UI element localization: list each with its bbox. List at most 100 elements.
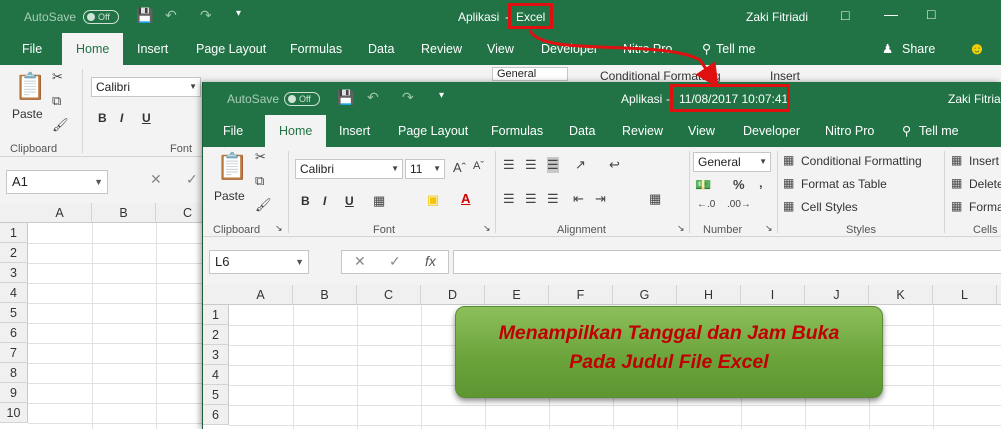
back-cancel-icon[interactable]: ✕ [150,171,162,188]
tab-home[interactable]: Home [62,33,124,65]
column-header[interactable]: A [28,203,92,223]
accounting-format-icon[interactable]: 💵 [695,177,711,193]
undo-icon[interactable]: ↶ [367,89,379,106]
borders-icon[interactable]: ▦ [373,193,385,209]
align-right-icon[interactable]: ☰ [547,191,559,207]
cell-styles-button[interactable]: Cell Styles [801,200,858,214]
font-color-icon[interactable]: A [461,191,470,206]
back-user-name[interactable]: Zaki Fitriadi [746,10,808,24]
conditional-formatting-icon[interactable]: ▦ [783,153,794,167]
dialog-launcher-icon[interactable]: ↘ [765,223,773,234]
tab-developer[interactable]: Developer [743,115,800,147]
tab-review[interactable]: Review [622,115,663,147]
row-header[interactable]: 5 [0,303,28,323]
paste-button[interactable]: Paste [12,107,43,121]
delete-cells-button[interactable]: Delete [969,177,1001,191]
cut-icon[interactable]: ✂ [52,69,63,85]
row-header[interactable]: 1 [0,223,28,243]
tab-developer[interactable]: Developer [541,33,598,65]
align-middle-icon[interactable]: ☰ [525,157,537,173]
font-name-combo[interactable]: Calibri ▼ [295,159,403,179]
minimize-icon[interactable]: — [884,6,898,22]
back-conditional-formatting[interactable]: Conditional Formatting [600,69,721,83]
tab-file[interactable]: File [223,115,243,147]
row-header[interactable]: 5 [203,385,229,405]
customize-qat-icon[interactable]: ▾ [439,90,444,101]
column-header[interactable]: K [869,285,933,305]
insert-cells-button[interactable]: Insert [969,154,999,168]
insert-function-icon[interactable]: fx [425,253,436,269]
row-header[interactable]: 2 [0,243,28,263]
italic-button[interactable]: I [120,111,123,125]
format-painter-icon[interactable]: 🖌 [52,117,69,133]
dialog-launcher-icon[interactable]: ↘ [483,223,491,234]
tab-formulas[interactable]: Formulas [491,115,543,147]
share-button[interactable]: Share [902,33,935,65]
font-size-combo[interactable]: 11 ▼ [405,159,445,179]
copy-icon[interactable]: ⧉ [52,93,61,109]
row-header[interactable]: 3 [203,345,229,365]
row-header[interactable]: 3 [0,263,28,283]
copy-icon[interactable]: ⧉ [255,173,264,189]
row-header[interactable]: 8 [0,363,28,383]
underline-button[interactable]: U [345,194,354,208]
tab-file[interactable]: File [22,33,42,65]
percent-icon[interactable]: % [733,177,745,192]
format-painter-icon[interactable]: 🖌 [255,197,272,213]
column-header[interactable]: B [293,285,357,305]
tab-view[interactable]: View [487,33,514,65]
formula-input[interactable] [453,250,1001,274]
insert-cells-icon[interactable]: ▦ [951,153,962,167]
column-header[interactable]: C [357,285,421,305]
cancel-icon[interactable]: ✕ [354,253,366,270]
align-left-icon[interactable]: ☰ [503,191,515,207]
column-header[interactable]: D [421,285,485,305]
customize-qat-icon[interactable]: ▾ [236,8,241,19]
delete-cells-icon[interactable]: ▦ [951,176,962,190]
column-header[interactable]: A [229,285,293,305]
paste-button[interactable]: Paste [214,189,245,203]
maximize-icon[interactable]: □ [927,6,935,22]
paste-icon[interactable]: 📋 [216,151,248,182]
wrap-text-icon[interactable]: ↩ [609,157,620,173]
format-as-table-button[interactable]: Format as Table [801,177,887,191]
format-cells-icon[interactable]: ▦ [951,199,962,213]
decrease-indent-icon[interactable]: ⇤ [573,191,584,207]
redo-icon[interactable]: ↷ [200,7,212,24]
row-header[interactable]: 7 [0,343,28,363]
front-autosave-toggle[interactable]: Off [284,92,320,106]
column-header[interactable]: B [92,203,156,223]
increase-indent-icon[interactable]: ⇥ [595,191,606,207]
enter-icon[interactable]: ✓ [389,253,401,270]
share-icon[interactable]: ♟ [882,33,893,65]
column-header[interactable]: H [677,285,741,305]
italic-button[interactable]: I [323,194,326,208]
row-header[interactable]: 9 [0,383,28,403]
increase-decimal-icon[interactable]: ←.0 [697,199,715,210]
align-center-icon[interactable]: ☰ [525,191,537,207]
cut-icon[interactable]: ✂ [255,149,266,165]
save-icon[interactable]: 💾 [136,7,153,24]
tab-nitro-pro[interactable]: Nitro Pro [825,115,874,147]
bold-button[interactable]: B [301,194,310,208]
row-header[interactable]: 4 [0,283,28,303]
back-enter-icon[interactable]: ✓ [186,171,198,188]
tab-insert[interactable]: Insert [137,33,168,65]
column-header[interactable]: G [613,285,677,305]
back-number-format-combo[interactable]: General [492,67,568,81]
tab-review[interactable]: Review [421,33,462,65]
row-header[interactable]: 6 [0,323,28,343]
front-user-name[interactable]: Zaki Fitriad [948,92,1001,106]
column-header[interactable]: L [933,285,997,305]
tab-tell-me[interactable]: Tell me [716,33,756,65]
decrease-decimal-icon[interactable]: .00→ [727,199,751,210]
cell-styles-icon[interactable]: ▦ [783,199,794,213]
tab-data[interactable]: Data [569,115,595,147]
orientation-icon[interactable]: ↗ [575,157,586,173]
smiley-icon[interactable]: ☻ [968,33,986,65]
row-header[interactable]: 1 [203,305,229,325]
back-autosave-toggle[interactable]: Off [83,10,119,24]
column-header[interactable]: I [741,285,805,305]
number-format-combo[interactable]: General ▼ [693,152,771,172]
tab-home[interactable]: Home [265,115,327,147]
